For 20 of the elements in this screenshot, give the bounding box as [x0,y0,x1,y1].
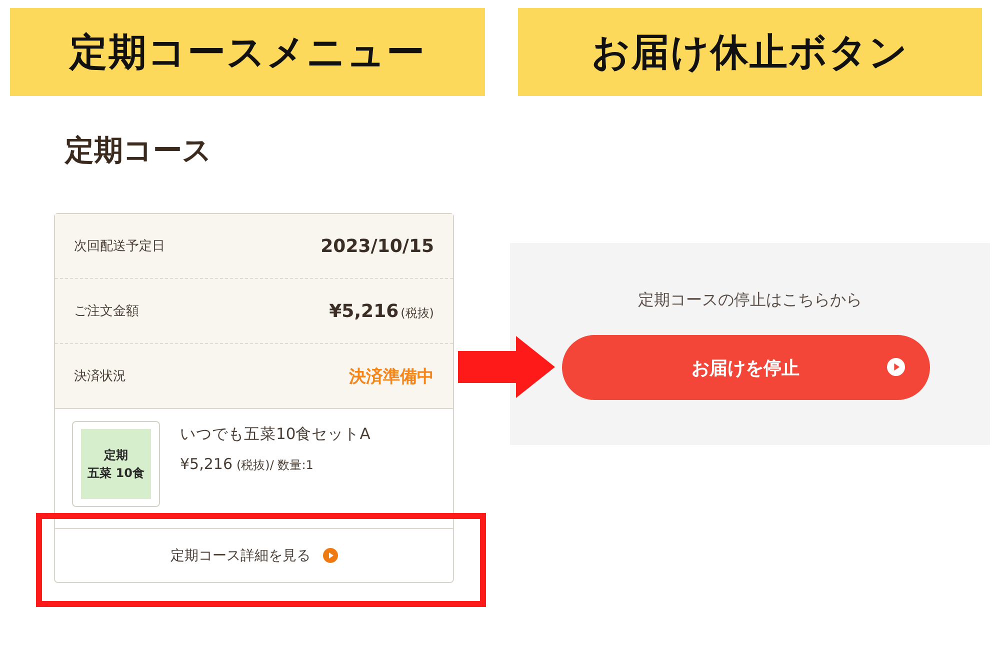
panel-caption: 定期コースの停止はこちらから [638,290,862,311]
tax-note: (税抜) [400,304,434,322]
details-button[interactable]: 定期コース詳細を見る [55,528,453,582]
section-title: 定期コース [65,132,213,169]
play-icon [886,358,904,376]
product-name: いつでも五菜10食セットA [180,424,370,445]
row-value: ¥5,216 [329,300,399,322]
thumbnail-label: 定期 五菜 10食 [81,429,151,499]
annotation-label: 定期コースメニュー [10,8,485,96]
row-value: 2023/10/15 [320,236,434,256]
quantity-note: (税抜)/ 数量:1 [236,457,314,474]
status-value: 決済準備中 [349,366,434,388]
play-icon [322,548,338,563]
product-price: ¥5,216 [180,455,232,473]
annotation-label: お届け休止ボタン [518,8,982,96]
row-label: ご注文金額 [74,303,139,320]
stop-delivery-button[interactable]: お届けを停止 [562,335,930,400]
row-label: 次回配送予定日 [74,238,165,255]
row-label: 決済状況 [74,368,126,385]
arrow-icon [458,336,555,398]
